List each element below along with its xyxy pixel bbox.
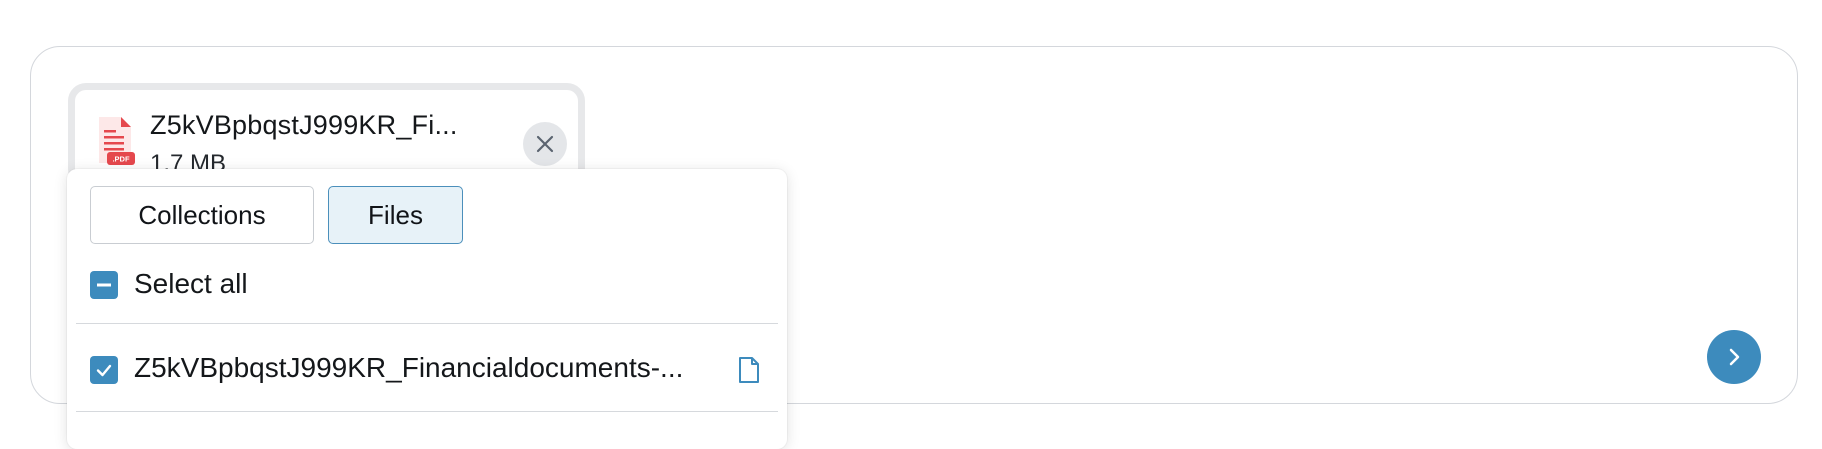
select-all-checkbox[interactable] — [90, 271, 118, 299]
pdf-badge-text: .PDF — [112, 155, 130, 164]
close-icon — [536, 135, 554, 153]
tab-collections[interactable]: Collections — [90, 186, 314, 244]
source-picker-dropdown: Collections Files Select all Z5kVBpbqstJ… — [67, 169, 787, 449]
select-all-label[interactable]: Select all — [134, 268, 248, 300]
chevron-right-icon — [1729, 348, 1740, 366]
divider — [76, 323, 778, 324]
file-checkbox[interactable] — [90, 356, 118, 384]
file-list-item-name[interactable]: Z5kVBpbqstJ999KR_Financialdocuments-... — [134, 352, 729, 384]
divider — [76, 411, 778, 412]
pdf-file-icon: .PDF — [99, 117, 135, 165]
indeterminate-icon — [97, 283, 111, 287]
send-button[interactable] — [1707, 330, 1761, 384]
attachment-file-name: Z5kVBpbqstJ999KR_Fi... — [150, 110, 458, 140]
remove-attachment-button[interactable] — [523, 122, 567, 166]
tab-files[interactable]: Files — [328, 186, 463, 244]
file-icon — [739, 357, 759, 383]
checkmark-icon — [96, 364, 112, 377]
